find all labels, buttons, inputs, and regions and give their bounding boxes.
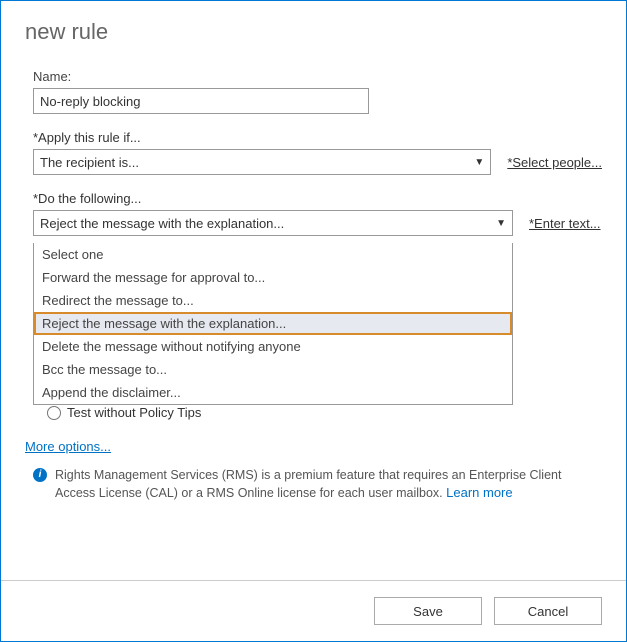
action-option[interactable]: Select one <box>34 243 512 266</box>
action-option[interactable]: Append the disclaimer... <box>34 381 512 404</box>
enter-text-link[interactable]: *Enter text... <box>529 216 601 231</box>
action-option[interactable]: Delete the message without notifying any… <box>34 335 512 358</box>
save-button[interactable]: Save <box>374 597 482 625</box>
name-label: Name: <box>33 69 602 84</box>
mode-no-policy-tips[interactable]: Test without Policy Tips <box>47 405 602 420</box>
action-option[interactable]: Redirect the message to... <box>34 289 512 312</box>
name-input[interactable] <box>33 88 369 114</box>
action-selected: Reject the message with the explanation.… <box>40 216 284 231</box>
condition-label: *Apply this rule if... <box>33 130 602 145</box>
action-option-selected[interactable]: Reject the message with the explanation.… <box>34 312 512 335</box>
chevron-down-icon: ▼ <box>474 157 484 168</box>
chevron-down-icon: ▼ <box>496 218 506 229</box>
info-text: Rights Management Services (RMS) is a pr… <box>55 466 592 503</box>
cancel-button[interactable]: Cancel <box>494 597 602 625</box>
condition-selected: The recipient is... <box>40 155 139 170</box>
mode-no-policy-tips-label: Test without Policy Tips <box>67 405 201 420</box>
action-option[interactable]: Bcc the message to... <box>34 358 512 381</box>
action-option[interactable]: Forward the message for approval to... <box>34 266 512 289</box>
more-options-link[interactable]: More options... <box>25 439 111 454</box>
condition-select[interactable]: The recipient is... ▼ <box>33 149 491 175</box>
action-dropdown[interactable]: Select one Forward the message for appro… <box>33 243 513 405</box>
action-label: *Do the following... <box>33 191 602 206</box>
info-icon: i <box>33 468 47 482</box>
learn-more-link[interactable]: Learn more <box>446 485 512 500</box>
mode-no-policy-tips-radio[interactable] <box>47 406 61 420</box>
select-people-link[interactable]: *Select people... <box>507 155 602 170</box>
page-title: new rule <box>25 19 602 45</box>
action-select[interactable]: Reject the message with the explanation.… <box>33 210 513 236</box>
